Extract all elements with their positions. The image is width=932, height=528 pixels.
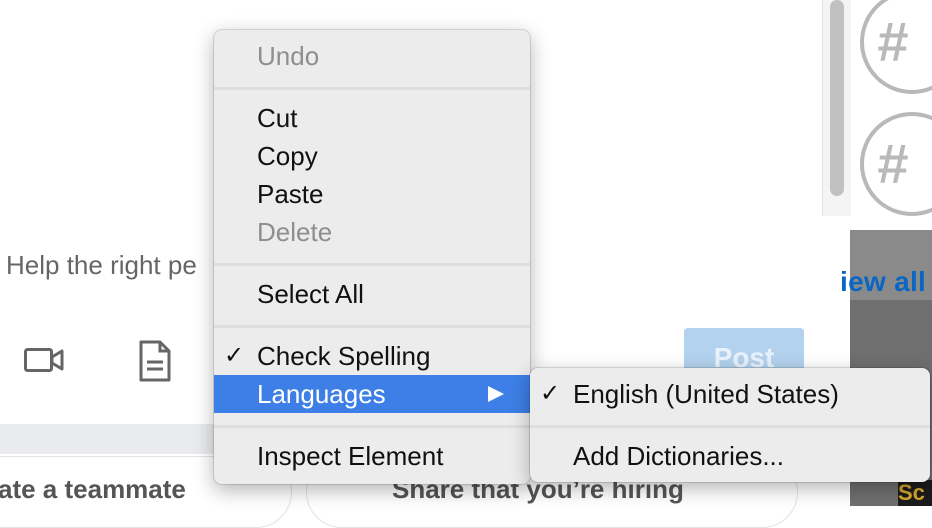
menu-item-label: Select All [257, 279, 364, 309]
corner-logo: Sc [898, 480, 932, 506]
submenu-arrow-icon [488, 386, 504, 402]
menu-item-label: Undo [257, 41, 320, 71]
menu-separator [214, 325, 530, 328]
compose-placeholder[interactable]: Help the right pe [6, 250, 197, 281]
checkmark-icon: ✓ [540, 380, 561, 407]
menu-item-label: Copy [257, 141, 318, 171]
submenu-item-add-dictionaries[interactable]: Add Dictionaries... [530, 437, 930, 475]
view-all-link[interactable]: iew all [840, 266, 926, 298]
video-icon[interactable] [24, 346, 64, 374]
context-menu: Undo Cut Copy Paste Delete Select All ✓ … [214, 30, 530, 484]
menu-item-paste[interactable]: Paste [214, 175, 530, 213]
menu-item-check-spelling[interactable]: ✓ Check Spelling [214, 337, 530, 375]
submenu-item-label: Add Dictionaries... [573, 441, 784, 471]
menu-item-cut[interactable]: Cut [214, 99, 530, 137]
menu-item-label: Cut [257, 103, 298, 133]
menu-separator [214, 425, 530, 428]
menu-item-label: Delete [257, 217, 333, 247]
menu-item-select-all[interactable]: Select All [214, 275, 530, 313]
menu-item-label: Inspect Element [257, 441, 444, 471]
scrollbar-thumb[interactable] [830, 0, 844, 196]
submenu-item-english-us[interactable]: ✓ English (United States) [530, 375, 930, 413]
languages-submenu: ✓ English (United States) Add Dictionari… [530, 368, 930, 482]
menu-separator [530, 425, 930, 428]
menu-separator [214, 263, 530, 266]
menu-item-delete: Delete [214, 213, 530, 251]
menu-item-inspect-element[interactable]: Inspect Element [214, 437, 530, 475]
menu-item-languages[interactable]: Languages [214, 375, 530, 413]
document-icon[interactable] [138, 340, 172, 382]
submenu-item-label: English (United States) [573, 379, 839, 409]
menu-item-label: Check Spelling [257, 341, 431, 371]
promo-card-label: ate a teammate [0, 474, 186, 504]
menu-item-label: Languages [257, 379, 386, 409]
checkmark-icon: ✓ [224, 342, 245, 369]
menu-separator [214, 87, 530, 90]
menu-item-undo: Undo [214, 37, 530, 75]
menu-item-label: Paste [257, 179, 324, 209]
menu-item-copy[interactable]: Copy [214, 137, 530, 175]
